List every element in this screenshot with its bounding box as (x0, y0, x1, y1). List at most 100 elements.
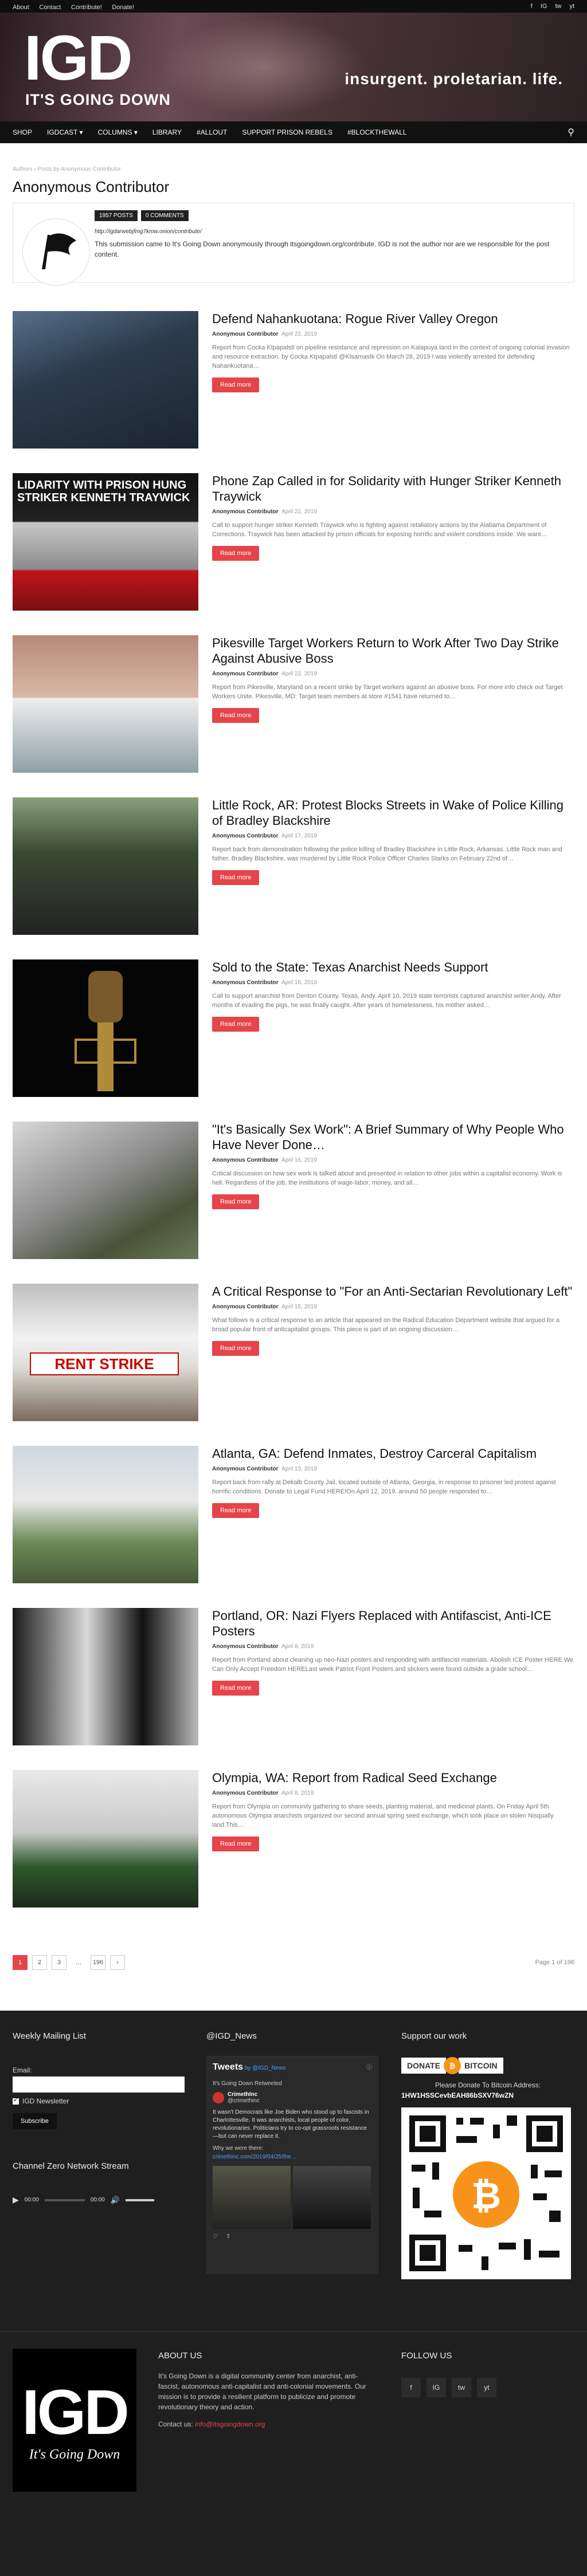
post-author[interactable]: Anonymous Contributor (212, 331, 279, 337)
nav-item-allout[interactable]: #ALLOUT (197, 128, 227, 136)
post-author[interactable]: Anonymous Contributor (212, 1304, 279, 1310)
post-title[interactable]: Defend Nahankuotana: Rogue River Valley … (212, 311, 574, 327)
post-title[interactable]: Phone Zap Called in for Solidarity with … (212, 473, 574, 504)
footer-youtube-icon[interactable]: yt (477, 2378, 496, 2397)
banner-graphic: RENT STRIKE (30, 1352, 179, 1375)
audio-progress-bar[interactable] (44, 2199, 85, 2201)
page-3[interactable]: 3 (52, 1955, 66, 1970)
author-url[interactable]: http://igdarwebjfmg7kmw.onion/contribute… (95, 229, 202, 235)
post-title[interactable]: Atlanta, GA: Defend Inmates, Destroy Car… (212, 1446, 574, 1461)
top-links: About Contact Contribute! Donate! (13, 2, 142, 11)
post-author[interactable]: Anonymous Contributor (212, 509, 279, 515)
site-logo[interactable]: IGD (24, 27, 133, 90)
post-author[interactable]: Anonymous Contributor (212, 1157, 279, 1163)
newsletter-checkbox-row: ✓ IGD Newsletter (13, 2097, 185, 2105)
tweet-user[interactable]: CrimethInc (228, 2091, 257, 2098)
footer-follow: FOLLOW US f IG tw yt (401, 2351, 573, 2397)
facebook-icon[interactable]: f (531, 3, 533, 10)
bitcoin-address[interactable]: 1HW1HSSCevbEAH86bSXV76wZN (401, 2091, 574, 2099)
post-thumbnail[interactable]: RENT STRIKE (13, 1284, 198, 1421)
read-more-button[interactable]: Read more (212, 1681, 260, 1696)
newsletter-checkbox[interactable]: ✓ (13, 2097, 19, 2105)
post-thumbnail[interactable] (13, 311, 198, 449)
bitcoin-address-label: Please Donate To Bitcoin Address: (435, 2081, 541, 2089)
thumbnail-caption: LIDARITY WITH PRISON HUNG STRIKER KENNETH… (17, 479, 190, 504)
post-thumbnail[interactable] (13, 959, 198, 1097)
nav-item-library[interactable]: LIBRARY (152, 128, 182, 136)
read-more-button[interactable]: Read more (212, 708, 260, 723)
post-author[interactable]: Anonymous Contributor (212, 1790, 279, 1796)
page-next[interactable]: › (110, 1955, 125, 1970)
post-author[interactable]: Anonymous Contributor (212, 1466, 279, 1472)
footer-logo[interactable]: IGD It's Going Down (13, 2349, 136, 2492)
hero-banner: IGD IT'S GOING DOWN insurgent. proletari… (0, 13, 587, 121)
read-more-button[interactable]: Read more (212, 1194, 260, 1209)
post-author[interactable]: Anonymous Contributor (212, 980, 279, 986)
post-critical-response: RENT STRIKE A Critical Response to "For a… (13, 1284, 574, 1421)
post-title[interactable]: Little Rock, AR: Protest Blocks Streets … (212, 797, 574, 828)
footer-instagram-icon[interactable]: IG (426, 2378, 446, 2397)
donate-bitcoin-banner[interactable]: DONATE ₿ BITCOIN (401, 2057, 574, 2074)
share-icon[interactable]: ⇧ (226, 2233, 230, 2240)
post-thumbnail[interactable] (13, 1770, 198, 1908)
contact-email[interactable]: info@itsgoingdown.org (195, 2420, 265, 2428)
post-author[interactable]: Anonymous Contributor (212, 1643, 279, 1650)
twitter-icon[interactable]: tw (555, 3, 561, 10)
read-more-button[interactable]: Read more (212, 1836, 260, 1851)
post-thumbnail[interactable] (13, 797, 198, 935)
tweet-image-2[interactable] (293, 2166, 371, 2229)
footer-about: ABOUT US It's Going Down is a digital co… (158, 2351, 376, 2428)
post-excerpt: What follows is a critical response to a… (212, 1317, 559, 1333)
post-basically-sex-work: "It's Basically Sex Work": A Brief Summa… (13, 1122, 574, 1259)
tweet-avatar[interactable] (213, 2092, 224, 2103)
like-icon[interactable]: ♡ (213, 2233, 218, 2240)
page-last[interactable]: 196 (91, 1955, 105, 1970)
nav-item-support-prison-rebels[interactable]: SUPPORT PRISON REBELS (242, 128, 332, 136)
page-1[interactable]: 1 (13, 1955, 28, 1970)
email-field[interactable] (13, 2076, 185, 2093)
tweets-by[interactable]: by @IGD_News (245, 2065, 286, 2071)
search-icon[interactable]: ⚲ (568, 127, 574, 138)
volume-slider[interactable] (126, 2199, 155, 2201)
read-more-button[interactable]: Read more (212, 546, 260, 561)
tweet-link[interactable]: crimethinc.com/2019/04/25/the… (213, 2154, 372, 2160)
post-thumbnail[interactable] (13, 635, 198, 773)
nav-item-blockthewall[interactable]: #BLOCKTHEWALL (347, 128, 407, 136)
post-author[interactable]: Anonymous Contributor (212, 833, 279, 839)
post-date: April 16, 2019 (281, 980, 317, 986)
footer-facebook-icon[interactable]: f (401, 2378, 421, 2397)
read-more-button[interactable]: Read more (212, 1341, 260, 1356)
read-more-button[interactable]: Read more (212, 870, 260, 885)
nav-item-igdcast[interactable]: IGDCAST ▾ (47, 128, 83, 136)
subscribe-button[interactable]: Subscribe (13, 2113, 57, 2129)
post-title[interactable]: Olympia, WA: Report from Radical Seed Ex… (212, 1770, 574, 1785)
top-link-about[interactable]: About (13, 4, 29, 11)
post-thumbnail[interactable] (13, 1608, 198, 1745)
post-title[interactable]: Portland, OR: Nazi Flyers Replaced with … (212, 1608, 574, 1639)
post-meta: Anonymous Contributor April 16, 2019 (212, 1157, 574, 1163)
youtube-icon[interactable]: yt (569, 3, 574, 10)
read-more-button[interactable]: Read more (212, 1503, 260, 1518)
nav-item-columns[interactable]: COLUMNS ▾ (98, 128, 138, 136)
info-icon[interactable]: ⓘ (366, 2062, 372, 2072)
post-author[interactable]: Anonymous Contributor (212, 671, 279, 677)
top-link-contribute[interactable]: Contribute! (71, 4, 102, 11)
tweet-image-1[interactable] (213, 2166, 291, 2229)
post-thumbnail[interactable] (13, 1122, 198, 1259)
post-title[interactable]: Sold to the State: Texas Anarchist Needs… (212, 959, 574, 975)
post-thumbnail[interactable] (13, 1446, 198, 1583)
footer-twitter-icon[interactable]: tw (452, 2378, 471, 2397)
post-thumbnail[interactable]: LIDARITY WITH PRISON HUNG STRIKER KENNETH… (13, 473, 198, 611)
post-title[interactable]: Pikesville Target Workers Return to Work… (212, 635, 574, 666)
page-2[interactable]: 2 (32, 1955, 47, 1970)
post-title[interactable]: A Critical Response to "For an Anti-Sect… (212, 1284, 574, 1299)
top-link-contact[interactable]: Contact (39, 4, 61, 11)
play-icon[interactable]: ▶ (13, 2195, 19, 2205)
read-more-button[interactable]: Read more (212, 1017, 260, 1032)
top-link-donate[interactable]: Donate! (112, 4, 134, 11)
volume-icon[interactable]: 🔊 (111, 2196, 120, 2205)
instagram-icon[interactable]: IG (541, 3, 547, 10)
nav-item-shop[interactable]: SHOP (13, 128, 32, 136)
read-more-button[interactable]: Read more (212, 377, 260, 392)
post-title[interactable]: "It's Basically Sex Work": A Brief Summa… (212, 1122, 574, 1153)
